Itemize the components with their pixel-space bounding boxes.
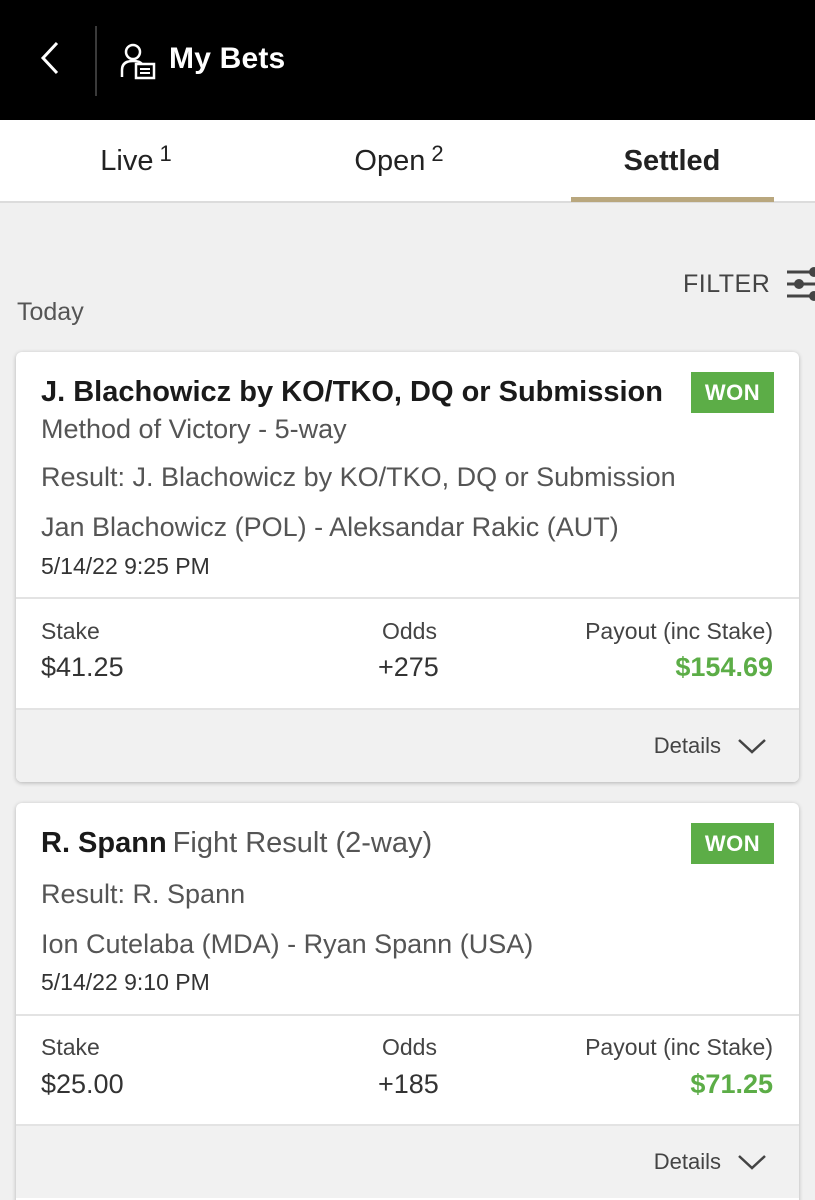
card-divider — [16, 597, 799, 599]
bet-datetime: 5/14/22 9:25 PM — [41, 553, 210, 579]
status-badge: WON — [691, 372, 774, 413]
bet-event: Ion Cutelaba (MDA) - Ryan Spann (USA) — [41, 929, 534, 959]
tab-live[interactable]: Live 1 — [0, 120, 272, 203]
payout-value: $71.25 — [690, 1069, 773, 1099]
user-ticket-icon — [120, 43, 156, 80]
details-toggle[interactable]: Details — [654, 1144, 767, 1180]
chevron-left-icon — [40, 41, 59, 75]
bet-selection: J. Blachowicz by KO/TKO, DQ or Submissio… — [41, 376, 663, 408]
bet-card[interactable]: R. Spann Fight Result (2-way) WON Result:… — [16, 803, 799, 1200]
page-title: My Bets — [169, 42, 286, 75]
odds-value: +275 — [378, 652, 439, 682]
bet-datetime: 5/14/22 9:10 PM — [41, 969, 210, 995]
details-label: Details — [653, 733, 721, 758]
bet-selection: R. Spann — [41, 827, 167, 859]
tab-settled-label: Settled — [623, 145, 721, 177]
bet-result: Result: R. Spann — [41, 879, 246, 909]
stake-label: Stake — [41, 1034, 100, 1060]
header-bar: My Bets — [0, 0, 815, 120]
active-tab-indicator — [571, 197, 774, 202]
tab-open-label: Open — [354, 145, 426, 177]
tab-live-count: 1 — [159, 140, 172, 166]
stake-value: $41.25 — [41, 652, 124, 682]
odds-label: Odds — [382, 618, 437, 644]
tab-open-count: 2 — [431, 140, 444, 166]
payout-label: Payout (inc Stake) — [585, 618, 773, 644]
details-toggle[interactable]: Details — [654, 728, 767, 764]
date-section-label: Today — [17, 298, 84, 326]
sliders-icon — [787, 267, 815, 301]
odds-value: +185 — [378, 1069, 439, 1099]
bet-result: Result: J. Blachowicz by KO/TKO, DQ or S… — [41, 462, 676, 492]
tab-open[interactable]: Open 2 — [263, 120, 535, 203]
stake-value: $25.00 — [41, 1069, 124, 1099]
header-divider — [95, 26, 97, 96]
chevron-down-icon — [738, 1155, 766, 1170]
details-row: Details — [16, 1124, 799, 1198]
bet-market: Method of Victory - 5-way — [41, 414, 347, 444]
tab-settled[interactable]: Settled — [536, 120, 808, 203]
bet-tabs: Live 1 Open 2 Settled — [0, 120, 815, 203]
payout-value: $154.69 — [675, 652, 773, 682]
card-divider — [16, 1014, 799, 1016]
filter-button[interactable]: FILTER — [683, 262, 815, 306]
details-label: Details — [653, 1149, 721, 1174]
bet-title-row: R. Spann Fight Result (2-way) — [41, 827, 432, 860]
back-button[interactable] — [22, 30, 78, 86]
filter-label: FILTER — [683, 269, 771, 298]
chevron-down-icon — [738, 739, 766, 754]
bet-event: Jan Blachowicz (POL) - Aleksandar Rakic … — [41, 512, 619, 542]
details-row: Details — [16, 708, 799, 782]
payout-label: Payout (inc Stake) — [585, 1034, 773, 1060]
tab-live-label: Live — [100, 145, 154, 177]
bet-market: Fight Result (2-way) — [172, 827, 433, 859]
status-badge: WON — [691, 823, 774, 864]
odds-label: Odds — [382, 1034, 437, 1060]
stake-label: Stake — [41, 618, 100, 644]
bet-card[interactable]: J. Blachowicz by KO/TKO, DQ or Submissio… — [16, 352, 799, 782]
